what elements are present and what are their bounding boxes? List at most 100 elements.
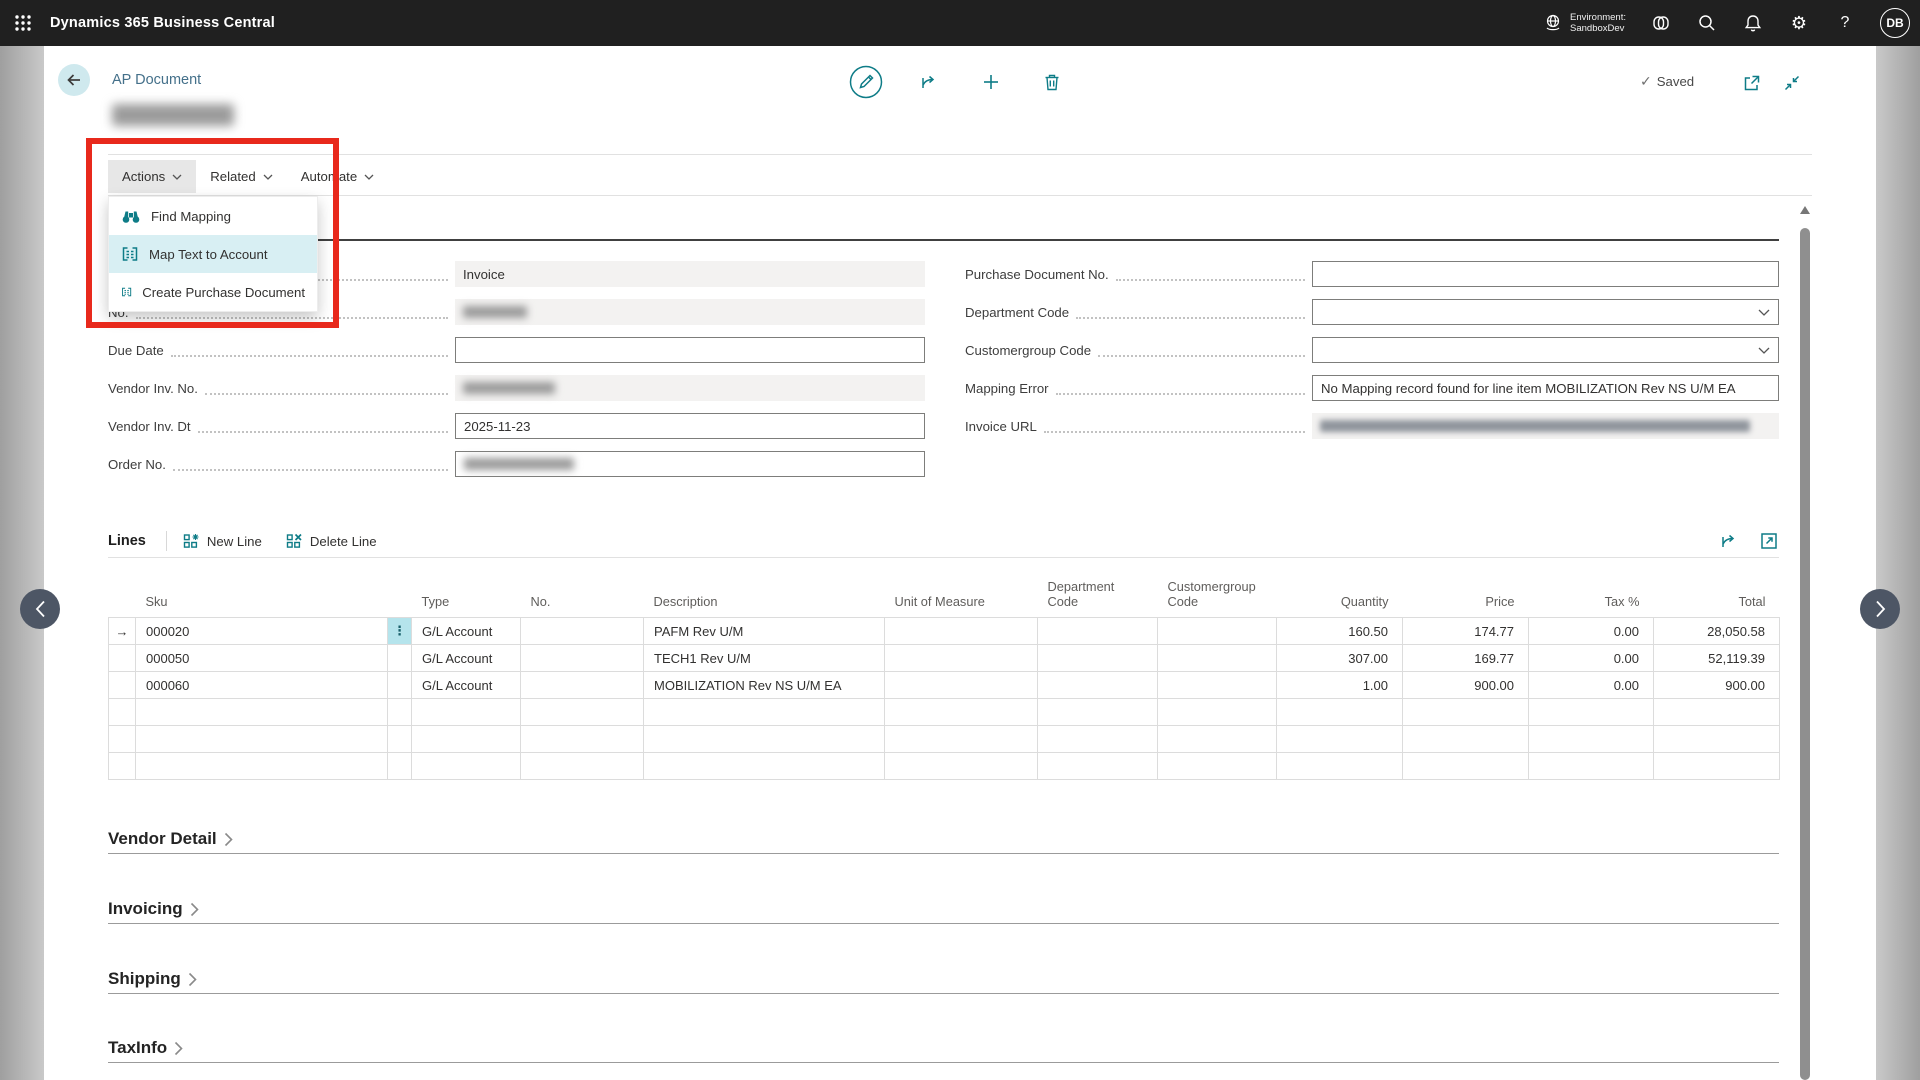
col-header-customergroup-code[interactable]: Customergroup Code xyxy=(1158,579,1277,618)
settings-gear-icon[interactable]: ⚙ xyxy=(1788,12,1810,34)
tab-related[interactable]: Related xyxy=(196,160,286,193)
col-header-unit-of-measure[interactable]: Unit of Measure xyxy=(885,579,1038,618)
cell-description[interactable]: PAFM Rev U/M xyxy=(644,618,885,645)
tab-automate[interactable]: Automate xyxy=(287,160,388,193)
cell-price[interactable]: 174.77 xyxy=(1403,618,1529,645)
environment-globe-icon xyxy=(1543,13,1563,33)
cell-description[interactable]: TECH1 Rev U/M xyxy=(644,645,885,672)
previous-record-button[interactable] xyxy=(20,589,60,629)
cell-total[interactable]: 52,119.39 xyxy=(1654,645,1780,672)
customergroup-code-select[interactable] xyxy=(1312,337,1779,363)
section-shipping[interactable]: Shipping xyxy=(108,969,197,989)
cell-description[interactable]: MOBILIZATION Rev NS U/M EA xyxy=(644,672,885,699)
user-avatar[interactable]: DB xyxy=(1880,8,1910,38)
collapse-view-icon[interactable] xyxy=(1775,66,1809,100)
col-header-tax[interactable]: Tax % xyxy=(1529,579,1654,618)
breadcrumb[interactable]: AP Document xyxy=(112,72,201,88)
department-code-select[interactable] xyxy=(1312,299,1779,325)
table-row: → 000020 ⋮ G/L Account PAFM Rev U/M 160.… xyxy=(109,618,1780,645)
cell-sku[interactable]: 000020 xyxy=(136,618,388,645)
col-header-no[interactable]: No. xyxy=(521,579,644,618)
new-plus-button[interactable] xyxy=(974,65,1008,99)
cell-quantity[interactable]: 1.00 xyxy=(1277,672,1403,699)
help-icon[interactable]: ? xyxy=(1834,12,1856,34)
cell-tax[interactable]: 0.00 xyxy=(1529,645,1654,672)
open-in-new-window-icon[interactable] xyxy=(1735,66,1769,100)
edit-pencil-button[interactable] xyxy=(849,65,883,99)
col-header-price[interactable]: Price xyxy=(1403,579,1529,618)
cell-type[interactable]: G/L Account xyxy=(412,618,521,645)
mapping-error-input[interactable]: No Mapping record found for line item MO… xyxy=(1312,375,1779,401)
saved-label: Saved xyxy=(1657,74,1694,89)
cell-tax[interactable]: 0.00 xyxy=(1529,618,1654,645)
cell-no[interactable] xyxy=(521,618,644,645)
waffle-menu-icon[interactable] xyxy=(0,0,46,46)
due-date-input[interactable] xyxy=(455,337,925,363)
section-taxinfo[interactable]: TaxInfo xyxy=(108,1038,183,1058)
col-header-type[interactable]: Type xyxy=(412,579,521,618)
notifications-bell-icon[interactable] xyxy=(1742,12,1764,34)
cell-custgroup[interactable] xyxy=(1158,672,1277,699)
next-record-button[interactable] xyxy=(1860,589,1900,629)
section-vendor-detail[interactable]: Vendor Detail xyxy=(108,829,233,849)
cell-dept[interactable] xyxy=(1038,672,1158,699)
cell-dept[interactable] xyxy=(1038,645,1158,672)
cell-tax[interactable]: 0.00 xyxy=(1529,672,1654,699)
save-status: ✓ Saved xyxy=(1640,73,1694,90)
col-header-quantity[interactable]: Quantity xyxy=(1277,579,1403,618)
cell-total[interactable]: 900.00 xyxy=(1654,672,1780,699)
cell-uom[interactable] xyxy=(885,618,1038,645)
cell-total[interactable]: 28,050.58 xyxy=(1654,618,1780,645)
cell-price[interactable]: 900.00 xyxy=(1403,672,1529,699)
section-invoicing[interactable]: Invoicing xyxy=(108,899,199,919)
cell-quantity[interactable]: 160.50 xyxy=(1277,618,1403,645)
scrollbar-thumb[interactable] xyxy=(1800,228,1810,1080)
vendor-inv-dt-input[interactable]: 2025-11-23 xyxy=(455,413,925,439)
cell-no[interactable] xyxy=(521,672,644,699)
col-header-sku[interactable]: Sku xyxy=(136,579,388,618)
col-header-description[interactable]: Description xyxy=(644,579,885,618)
search-icon[interactable] xyxy=(1696,12,1718,34)
cell-price[interactable]: 169.77 xyxy=(1403,645,1529,672)
menu-item-map-text-to-account[interactable]: Map Text to Account xyxy=(109,235,317,273)
order-no-input[interactable] xyxy=(455,451,925,477)
document-type-field: Invoice xyxy=(455,261,925,287)
active-row-indicator: → xyxy=(109,618,136,645)
cell-uom[interactable] xyxy=(885,672,1038,699)
copilot-icon[interactable] xyxy=(1650,12,1672,34)
back-button[interactable] xyxy=(58,64,90,96)
field-label: Purchase Document No. xyxy=(965,267,1109,282)
cell-uom[interactable] xyxy=(885,645,1038,672)
col-header-department-code[interactable]: Department Code xyxy=(1038,579,1158,618)
focus-mode-icon[interactable] xyxy=(1759,531,1779,551)
redacted-value xyxy=(463,382,555,394)
col-header-total[interactable]: Total xyxy=(1654,579,1780,618)
menu-item-create-purchase-document[interactable]: Create Purchase Document xyxy=(109,273,317,311)
cell-sku[interactable]: 000050 xyxy=(136,645,388,672)
delete-trash-button[interactable] xyxy=(1035,65,1069,99)
cell-no[interactable] xyxy=(521,645,644,672)
delete-line-button[interactable]: Delete Line xyxy=(286,533,377,550)
chevron-down-icon xyxy=(364,174,374,180)
cell-custgroup[interactable] xyxy=(1158,618,1277,645)
scrollbar-up-arrow[interactable] xyxy=(1800,206,1810,214)
binoculars-icon xyxy=(121,208,141,224)
cell-dept[interactable] xyxy=(1038,618,1158,645)
form-row-purchase-document-no: Purchase Document No. xyxy=(965,261,1779,287)
field-label: Department Code xyxy=(965,305,1069,320)
table-row-empty xyxy=(109,726,1780,753)
share-lines-icon[interactable] xyxy=(1719,531,1739,551)
cell-type[interactable]: G/L Account xyxy=(412,645,521,672)
environment-indicator[interactable]: Environment: SandboxDev xyxy=(1543,12,1626,34)
tab-actions[interactable]: Actions xyxy=(108,160,196,193)
menu-item-find-mapping[interactable]: Find Mapping xyxy=(109,197,317,235)
cell-type[interactable]: G/L Account xyxy=(412,672,521,699)
share-button[interactable] xyxy=(912,65,946,99)
row-menu-button[interactable]: ⋮ xyxy=(388,618,412,645)
purchase-document-no-input[interactable] xyxy=(1312,261,1779,287)
environment-name: SandboxDev xyxy=(1570,23,1626,34)
cell-custgroup[interactable] xyxy=(1158,645,1277,672)
cell-sku[interactable]: 000060 xyxy=(136,672,388,699)
cell-quantity[interactable]: 307.00 xyxy=(1277,645,1403,672)
new-line-button[interactable]: New Line xyxy=(183,533,262,550)
